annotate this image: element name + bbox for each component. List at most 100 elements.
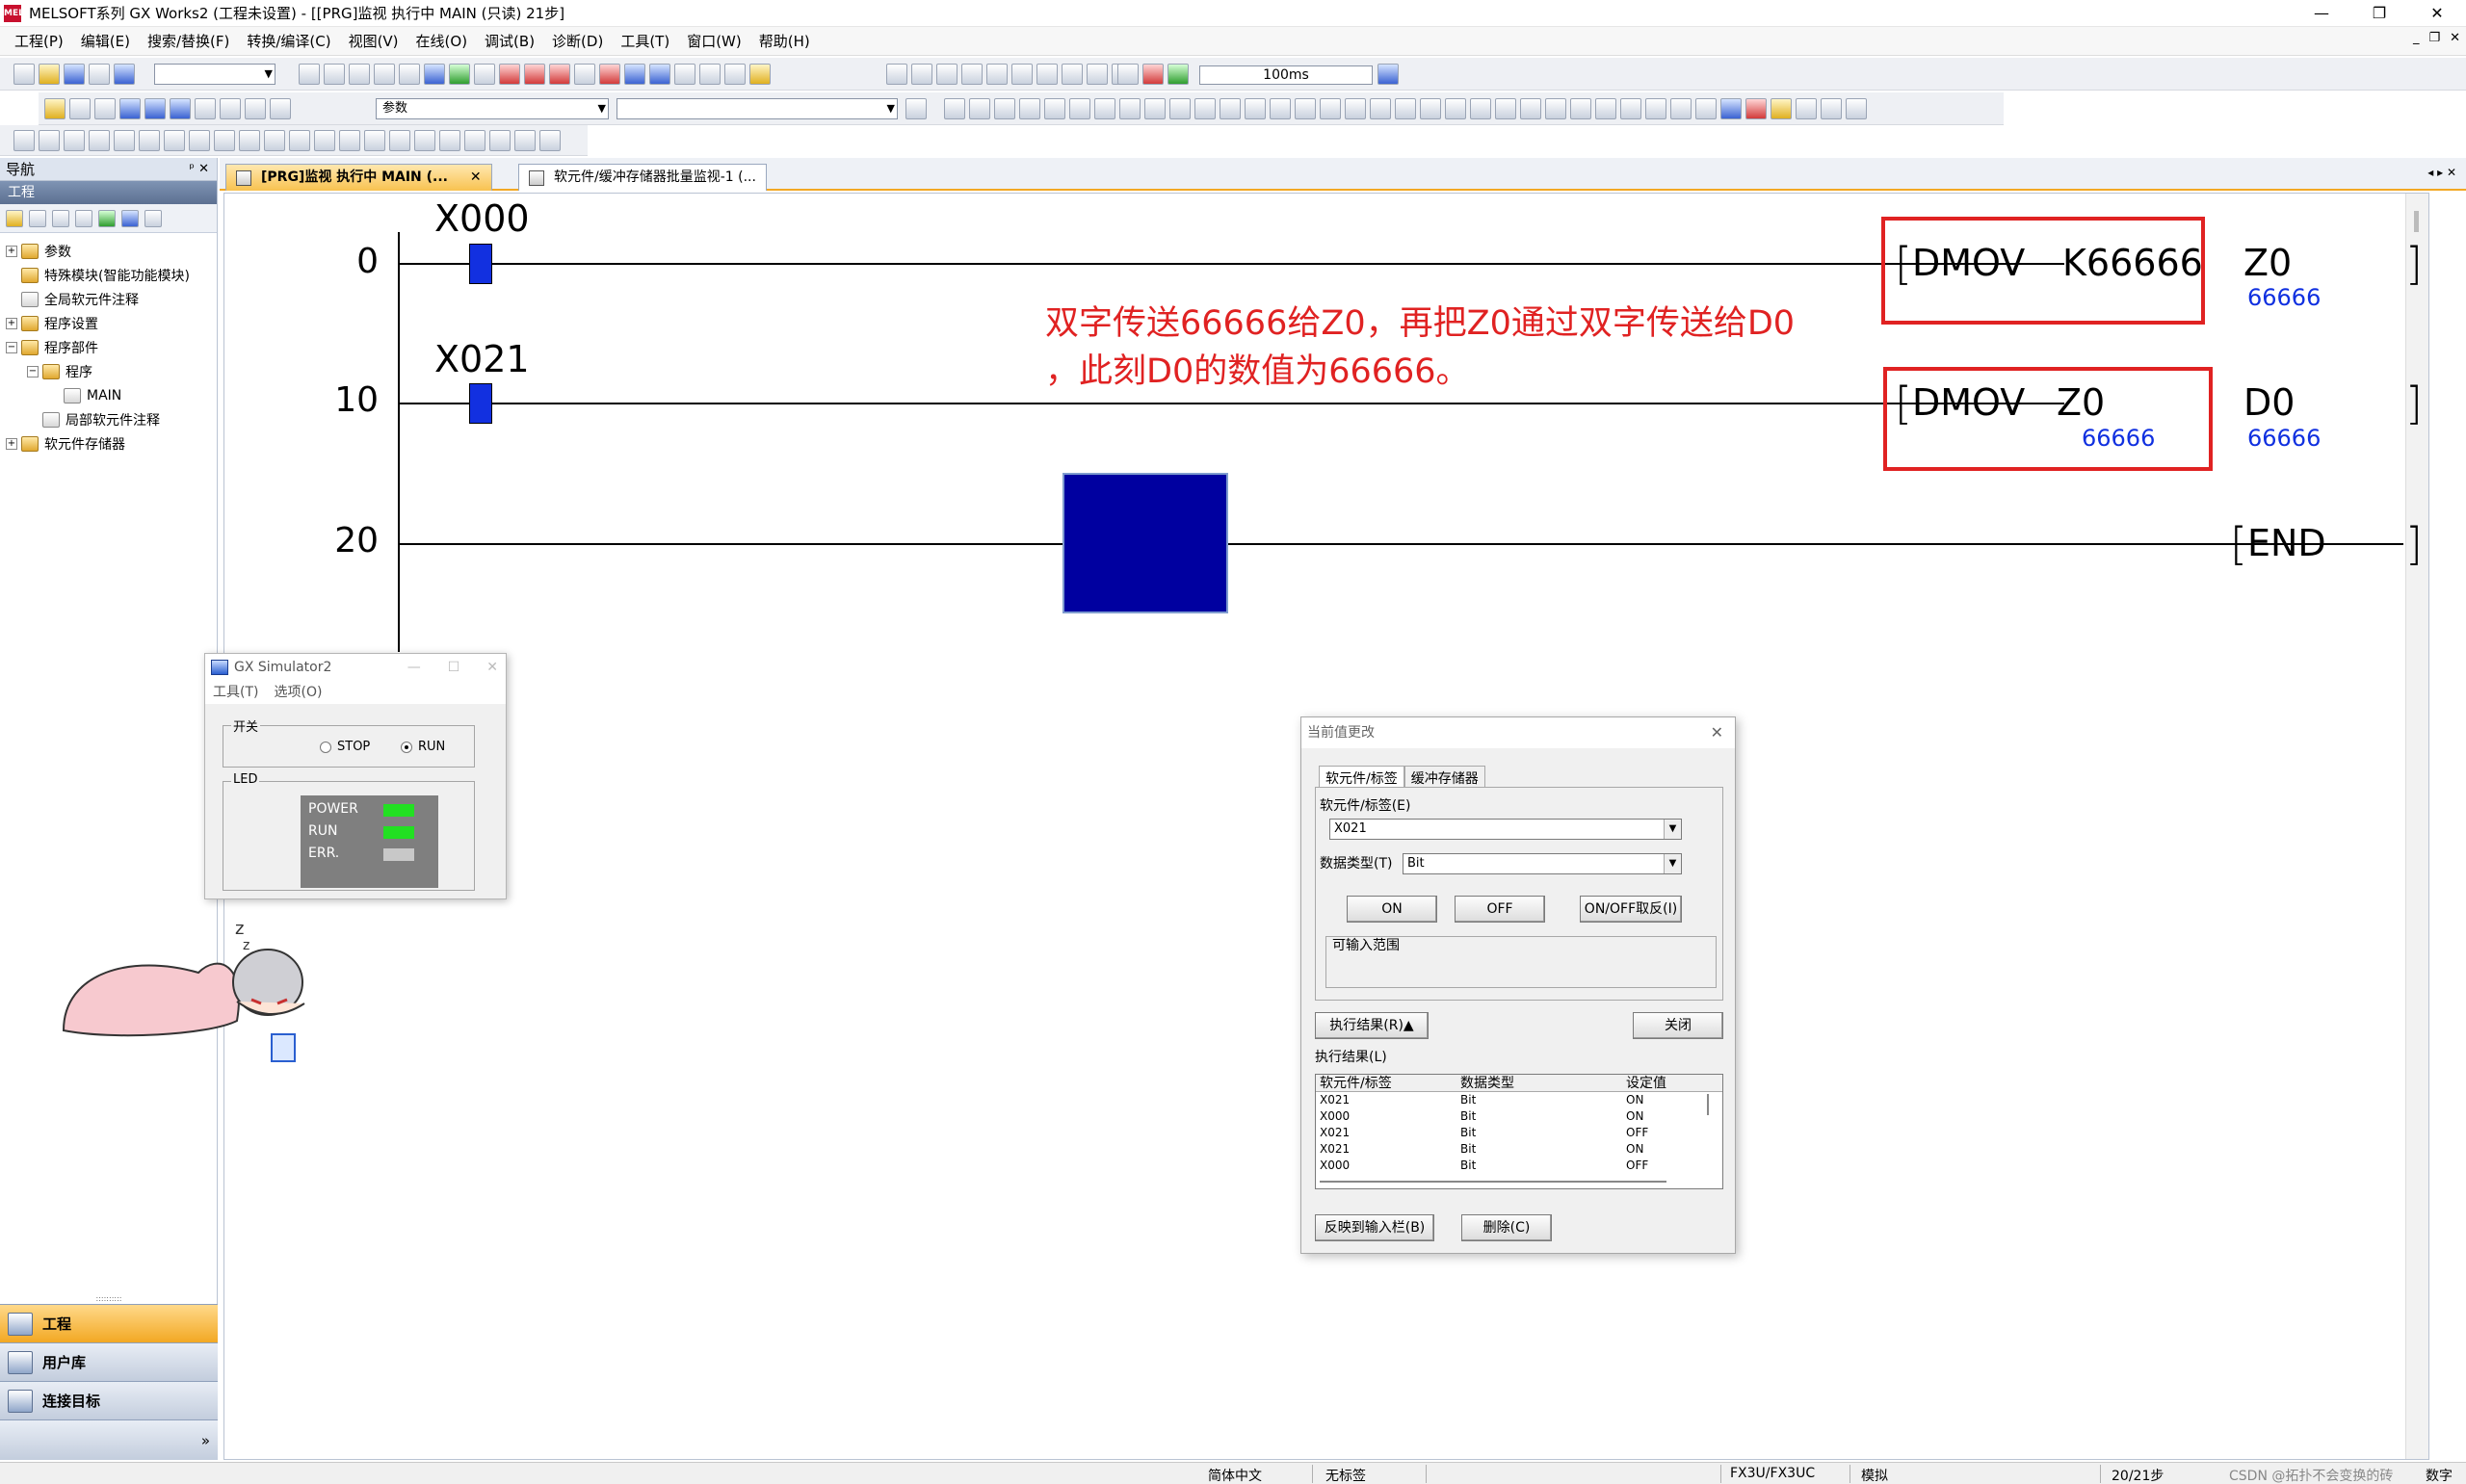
device-combo[interactable]: X021 ▼ bbox=[1329, 819, 1682, 840]
tree-item[interactable]: − 程序 bbox=[0, 359, 217, 383]
pulse-icon[interactable] bbox=[1320, 98, 1341, 119]
menu-online[interactable]: 在线(O) bbox=[407, 31, 477, 51]
ladder-edit-icon[interactable] bbox=[89, 130, 110, 151]
sort-icon[interactable] bbox=[121, 209, 139, 227]
operation-icon[interactable] bbox=[1520, 98, 1541, 119]
device-batch-icon[interactable] bbox=[674, 64, 695, 85]
redo-icon[interactable] bbox=[399, 64, 420, 85]
invert-icon[interactable] bbox=[1470, 98, 1491, 119]
pulse-icon[interactable] bbox=[1245, 98, 1266, 119]
pulse-icon[interactable] bbox=[1169, 98, 1191, 119]
copy-icon[interactable] bbox=[324, 64, 345, 85]
nav-project-button[interactable]: 工程 bbox=[0, 1304, 218, 1342]
result-horizontal-scrollbar[interactable] bbox=[1320, 1181, 1666, 1183]
ladder-edit-icon[interactable] bbox=[114, 130, 135, 151]
menu-diagnostics[interactable]: 诊断(D) bbox=[543, 31, 612, 51]
on-button[interactable]: ON bbox=[1347, 896, 1437, 923]
ladder-edit-icon[interactable] bbox=[389, 130, 410, 151]
mdi-close-button[interactable]: ✕ bbox=[2450, 31, 2460, 45]
monitor-write-icon[interactable] bbox=[624, 64, 645, 85]
nav-toggle-icon[interactable] bbox=[44, 98, 66, 119]
ladder-edit-icon[interactable] bbox=[13, 130, 35, 151]
menu-project[interactable]: 工程(P) bbox=[6, 31, 72, 51]
tree-item[interactable]: MAIN bbox=[0, 383, 217, 407]
tree-item[interactable]: + 程序设置 bbox=[0, 311, 217, 335]
pulse-icon[interactable] bbox=[1395, 98, 1416, 119]
toggle-button[interactable]: ON/OFF取反(I) bbox=[1580, 896, 1682, 923]
menu-view[interactable]: 视图(V) bbox=[340, 31, 407, 51]
pulse-icon[interactable] bbox=[1345, 98, 1366, 119]
col-data-type[interactable]: 数据类型 bbox=[1456, 1075, 1622, 1091]
copy-data-icon[interactable] bbox=[29, 209, 46, 227]
tab-close-icon[interactable]: ✕ bbox=[470, 169, 482, 185]
contact-f8-icon[interactable] bbox=[1019, 98, 1040, 119]
scan-apply-icon[interactable] bbox=[1377, 64, 1399, 85]
mdi-restore-button[interactable]: ❐ bbox=[2428, 31, 2440, 45]
write-plc-icon[interactable] bbox=[524, 64, 545, 85]
ladder-tool-icon[interactable] bbox=[1087, 64, 1108, 85]
mdi-minimize-button[interactable]: _ bbox=[2413, 31, 2420, 45]
result-table[interactable]: 软元件/标签 数据类型 设定值 X021 Bit ON X000 Bit ON X021 Bi… bbox=[1315, 1074, 1723, 1189]
restore-button[interactable]: ❐ bbox=[2350, 0, 2408, 27]
data-type-combo[interactable]: Bit ▼ bbox=[1403, 853, 1682, 874]
pulse-icon[interactable] bbox=[1420, 98, 1441, 119]
param-combo[interactable]: 参数 ▼ bbox=[376, 98, 609, 119]
ladder-edit-icon[interactable] bbox=[189, 130, 210, 151]
dev-batch-icon[interactable] bbox=[170, 98, 191, 119]
property-icon[interactable] bbox=[75, 209, 92, 227]
table-row[interactable]: X000 Bit OFF bbox=[1316, 1158, 1722, 1174]
register-watch-icon[interactable] bbox=[724, 64, 746, 85]
result-toggle-button[interactable]: 执行结果(R)▲ bbox=[1315, 1012, 1429, 1039]
nav-connection-button[interactable]: 连接目标 bbox=[0, 1381, 218, 1419]
tree-expander-icon[interactable]: + bbox=[6, 317, 17, 329]
result-vertical-scrollbar[interactable] bbox=[1707, 1094, 1709, 1115]
watch-icon[interactable] bbox=[699, 64, 721, 85]
menu-window[interactable]: 窗口(W) bbox=[678, 31, 750, 51]
save-icon[interactable] bbox=[64, 64, 85, 85]
simulator-maximize-button[interactable]: ☐ bbox=[448, 654, 460, 681]
close-button[interactable]: ✕ bbox=[2408, 0, 2466, 27]
table-row[interactable]: X021 Bit ON bbox=[1316, 1092, 1722, 1108]
menu-tool[interactable]: 工具(T) bbox=[612, 31, 678, 51]
scan-time-field[interactable]: 100ms bbox=[1199, 65, 1373, 85]
menu-compile[interactable]: 转换/编译(C) bbox=[238, 31, 339, 51]
pulse-icon[interactable] bbox=[1270, 98, 1291, 119]
reflect-to-input-button[interactable]: 反映到输入栏(B) bbox=[1315, 1214, 1434, 1241]
pin-close-icon[interactable]: ᵖ ✕ bbox=[189, 158, 209, 181]
ladder-edit-icon[interactable] bbox=[239, 130, 260, 151]
operation-icon[interactable] bbox=[1695, 98, 1717, 119]
table-row[interactable]: X000 Bit ON bbox=[1316, 1108, 1722, 1125]
tree-expander-icon[interactable]: − bbox=[6, 341, 17, 353]
remote-op-icon[interactable] bbox=[574, 64, 595, 85]
pulse-icon[interactable] bbox=[1370, 98, 1391, 119]
page-icon[interactable] bbox=[905, 98, 927, 119]
ladder-edit-icon[interactable] bbox=[139, 130, 160, 151]
simulation-icon[interactable] bbox=[749, 64, 771, 85]
table-row[interactable]: X021 Bit OFF bbox=[1316, 1125, 1722, 1141]
tree-item[interactable]: + 软元件存储器 bbox=[0, 431, 217, 456]
read-plc-icon[interactable] bbox=[499, 64, 520, 85]
coil-f9-icon[interactable] bbox=[1044, 98, 1065, 119]
tree-item[interactable]: + 参数 bbox=[0, 239, 217, 263]
ladder-tool-icon[interactable] bbox=[936, 64, 958, 85]
tree-expander-icon[interactable]: + bbox=[6, 245, 17, 257]
nav-more-button[interactable]: » bbox=[0, 1419, 218, 1460]
instruction-icon[interactable] bbox=[1069, 98, 1090, 119]
search-ladder-icon[interactable] bbox=[1846, 98, 1867, 119]
highlight-icon[interactable] bbox=[1771, 98, 1792, 119]
vline-icon[interactable] bbox=[1119, 98, 1141, 119]
tree-item[interactable]: 局部软元件注释 bbox=[0, 407, 217, 431]
operand-d0[interactable]: D0 bbox=[2243, 381, 2295, 424]
dialog-close-icon[interactable]: ✕ bbox=[1711, 717, 1723, 748]
dev-comment-icon[interactable] bbox=[144, 98, 166, 119]
sampling-icon[interactable] bbox=[1117, 64, 1139, 85]
comment-mode-icon[interactable] bbox=[1720, 98, 1742, 119]
element-list-icon[interactable] bbox=[69, 98, 91, 119]
ladder-edit-icon[interactable] bbox=[414, 130, 435, 151]
ladder-edit-icon[interactable] bbox=[289, 130, 310, 151]
print-icon[interactable] bbox=[89, 64, 110, 85]
run-icon[interactable] bbox=[1142, 64, 1164, 85]
tree-item[interactable]: − 程序部件 bbox=[0, 335, 217, 359]
device-display-icon[interactable] bbox=[1796, 98, 1817, 119]
tab-main-monitor[interactable]: [PRG]监视 执行中 MAIN (... ✕ bbox=[225, 164, 492, 191]
